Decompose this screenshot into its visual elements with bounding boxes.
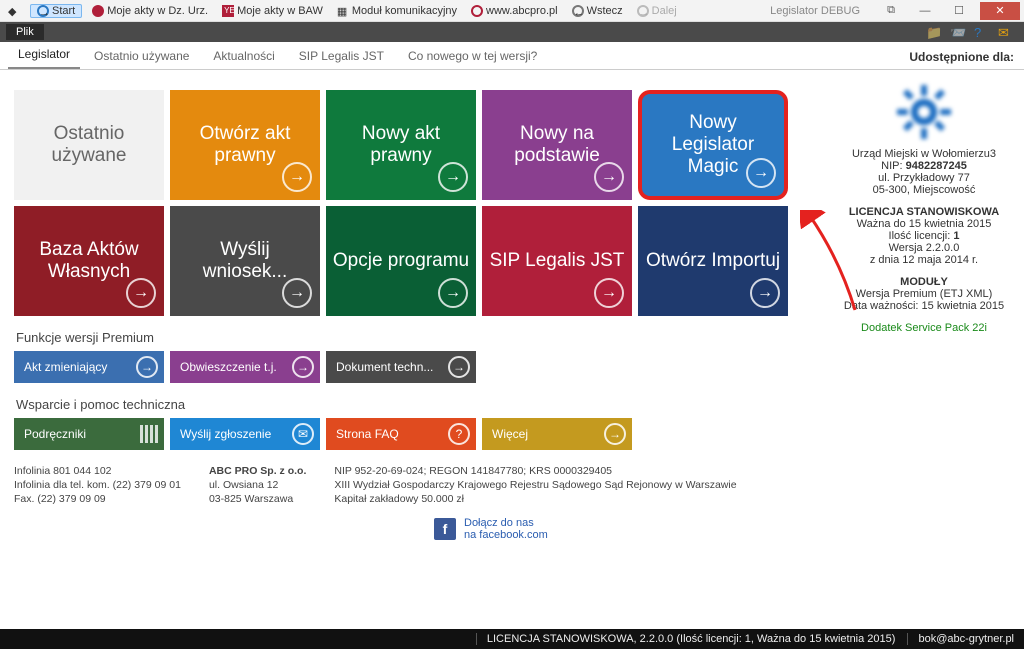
stile-dokument-techn[interactable]: Dokument techn...→: [326, 351, 476, 383]
org-addr1: ul. Przykładowy 77: [832, 172, 1016, 184]
tile-nowy-magic[interactable]: Nowy Legislator Magic→: [638, 90, 788, 200]
tile-opcje[interactable]: Opcje programu→: [326, 206, 476, 316]
window-close-icon[interactable]: ✕: [980, 2, 1020, 20]
arrow-icon: →: [750, 278, 780, 308]
facebook-icon: f: [434, 518, 456, 540]
start-tabs: Legislator Ostatnio używane Aktualności …: [0, 42, 1024, 70]
org-name: Urząd Miejski w Wołomierzu3: [832, 148, 1016, 160]
stile-podreczniki[interactable]: Podręczniki: [14, 418, 164, 450]
arrow-icon: →: [594, 162, 624, 192]
stile-faq[interactable]: Strona FAQ?: [326, 418, 476, 450]
nav-forward: →Dalej: [633, 4, 681, 18]
facebook-link[interactable]: f Dołącz do nas na facebook.com: [434, 517, 812, 541]
nav-moje-dz[interactable]: Moje akty w Dz. Urz.: [88, 4, 212, 18]
company-addr2: 03-825 Warszawa: [209, 492, 306, 506]
arrow-icon: →: [282, 278, 312, 308]
tile-sip-legalis[interactable]: SIP Legalis JST→: [482, 206, 632, 316]
status-email: bok@abc-grytner.pl: [907, 633, 1014, 645]
arrow-icon: →: [594, 278, 624, 308]
arrow-icon: →: [282, 162, 312, 192]
toolbar-help-icon[interactable]: ?: [974, 25, 988, 39]
menu-bar: Plik 📁 📨 ? ✉: [0, 22, 1024, 42]
nav-abcpro[interactable]: www.abcpro.pl: [467, 4, 562, 18]
top-toolbar: ◆ → Start Moje akty w Dz. Urz. YEMoje ak…: [0, 0, 1024, 22]
app-title: Legislator DEBUG: [770, 5, 860, 17]
status-bar: LICENCJA STANOWISKOWA, 2.2.0.0 (Ilość li…: [0, 629, 1024, 649]
toolbar-folder-icon[interactable]: 📁: [926, 25, 940, 39]
toolbar-mail-icon[interactable]: ✉: [998, 25, 1012, 39]
arrow-icon: →: [746, 158, 776, 188]
help-icon: ?: [448, 423, 470, 445]
license-count: 1: [953, 230, 959, 242]
tile-ostatnio-uzywane[interactable]: Ostatnio używane: [14, 90, 164, 200]
tab-aktualnosci[interactable]: Aktualności: [203, 44, 284, 69]
company-capital: Kapitał zakładowy 50.000 zł: [334, 492, 736, 506]
book-icon: [140, 425, 158, 443]
company-name: ABC PRO Sp. z o.o.: [209, 465, 306, 477]
nav-moje-baw[interactable]: YEMoje akty w BAW: [218, 4, 327, 18]
arrow-icon: →: [448, 356, 470, 378]
support-heading: Wsparcie i pomoc techniczna: [16, 397, 812, 412]
shared-for-label: Udostępnione dla:: [909, 50, 1014, 64]
company-court: XIII Wydział Gospodarczy Krajowego Rejes…: [334, 478, 736, 492]
window-maximize-icon[interactable]: ☐: [946, 2, 972, 20]
main-panel: Ostatnio używane Otwórz akt prawny→ Nowy…: [0, 72, 824, 629]
nav-start-label: Start: [52, 5, 75, 17]
status-license: LICENCJA STANOWISKOWA, 2.2.0.0 (Ilość li…: [476, 633, 896, 645]
nav-back[interactable]: ←Wstecz: [568, 4, 627, 18]
toolbar-mailbox-icon[interactable]: 📨: [950, 25, 964, 39]
tile-otworz-akt[interactable]: Otwórz akt prawny→: [170, 90, 320, 200]
stile-wiecej[interactable]: Więcej→: [482, 418, 632, 450]
service-pack-link[interactable]: Dodatek Service Pack 22i: [832, 322, 1016, 334]
support-row: Podręczniki Wyślij zgłoszenie✉ Strona FA…: [14, 418, 812, 450]
arrow-icon: →: [292, 356, 314, 378]
arrow-icon: →: [126, 278, 156, 308]
org-nip: 9482287245: [906, 160, 967, 172]
mail-icon: ✉: [292, 423, 314, 445]
company-info: Infolinia 801 044 102 Infolinia dla tel.…: [14, 464, 812, 507]
tab-sip-legalis[interactable]: SIP Legalis JST: [289, 44, 394, 69]
arrow-icon: →: [438, 278, 468, 308]
side-panel: Urząd Miejski w Wołomierzu3 NIP: 9482287…: [824, 72, 1024, 629]
nav-start[interactable]: → Start: [30, 4, 82, 18]
infolinia-1: Infolinia 801 044 102: [14, 464, 181, 478]
arrow-icon: →: [136, 356, 158, 378]
menu-file[interactable]: Plik: [6, 24, 44, 40]
gear-icon: [894, 82, 954, 142]
arrow-icon: →: [438, 162, 468, 192]
window-minimize-icon[interactable]: —: [912, 2, 938, 20]
tile-nowy-podstawie[interactable]: Nowy na podstawie→: [482, 90, 632, 200]
tile-nowy-akt[interactable]: Nowy akt prawny→: [326, 90, 476, 200]
premium-row: Akt zmieniający→ Obwieszczenie t.j.→ Dok…: [14, 351, 812, 383]
license-header: LICENCJA STANOWISKOWA: [849, 206, 999, 218]
premium-heading: Funkcje wersji Premium: [16, 330, 812, 345]
facebook-line2: na facebook.com: [464, 529, 548, 541]
nav-modul-kom[interactable]: ▦Moduł komunikacyjny: [333, 4, 461, 18]
stile-wyslij-zgloszenie[interactable]: Wyślij zgłoszenie✉: [170, 418, 320, 450]
infolinia-fax: Fax. (22) 379 09 09: [14, 492, 181, 506]
tile-grid: Ostatnio używane Otwórz akt prawny→ Nowy…: [14, 90, 812, 316]
tile-baza-aktow[interactable]: Baza Aktów Własnych→: [14, 206, 164, 316]
tile-wyslij-wniosek[interactable]: Wyślij wniosek...→: [170, 206, 320, 316]
tab-co-nowego[interactable]: Co nowego w tej wersji?: [398, 44, 547, 69]
arrow-icon: →: [604, 423, 626, 445]
facebook-line1: Dołącz do nas: [464, 517, 548, 529]
tab-ostatnio[interactable]: Ostatnio używane: [84, 44, 199, 69]
annotation-arrow: [800, 210, 870, 320]
tab-legislator[interactable]: Legislator: [8, 42, 80, 69]
org-addr2: 05-300, Miejscowość: [832, 184, 1016, 196]
modules-header: MODUŁY: [900, 276, 948, 288]
stile-akt-zmieniajacy[interactable]: Akt zmieniający→: [14, 351, 164, 383]
infolinia-2: Infolinia dla tel. kom. (22) 379 09 01: [14, 478, 181, 492]
company-ids: NIP 952-20-69-024; REGON 141847780; KRS …: [334, 464, 736, 478]
company-addr1: ul. Owsiana 12: [209, 478, 306, 492]
tile-otworz-importuj[interactable]: Otwórz Importuj→: [638, 206, 788, 316]
nav-diamond-icon[interactable]: ◆: [4, 4, 24, 18]
stile-obwieszczenie[interactable]: Obwieszczenie t.j.→: [170, 351, 320, 383]
window-restore-icon[interactable]: ⧉: [878, 2, 904, 20]
